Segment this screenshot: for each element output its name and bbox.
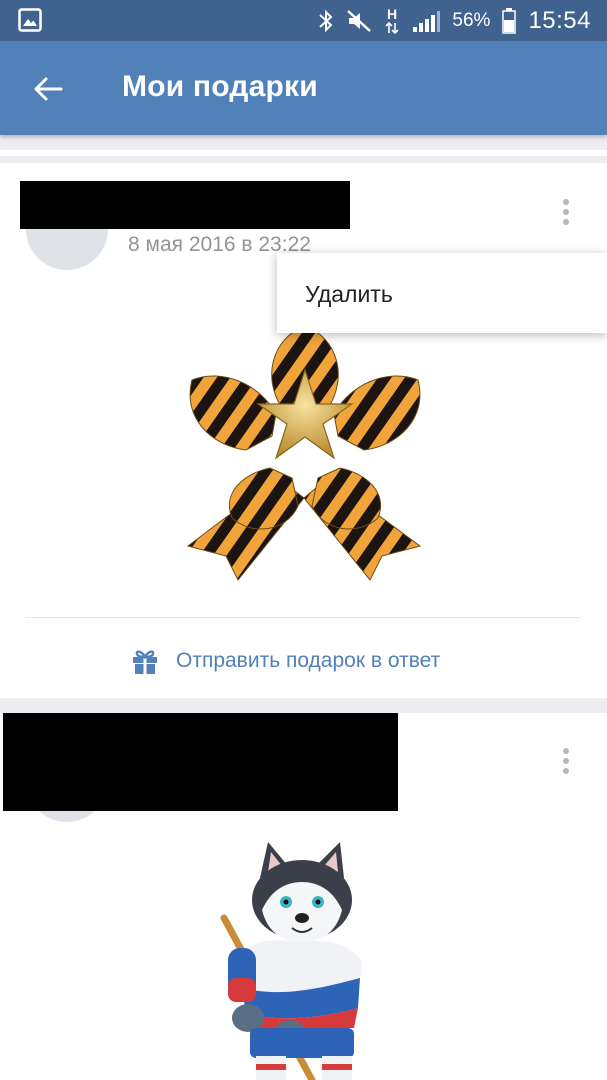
battery-percent: 56% — [452, 9, 491, 31]
more-options-button[interactable] — [554, 744, 578, 778]
page-title: Мои подарки — [122, 70, 318, 103]
mute-icon — [346, 9, 372, 33]
status-bar: H 56% 15:54 — [0, 0, 607, 41]
redacted-sender-name — [20, 181, 350, 229]
bluetooth-icon — [318, 9, 334, 33]
card-divider — [26, 617, 580, 618]
app-bar: Мои подарки — [0, 41, 607, 135]
svg-text:H: H — [387, 6, 397, 22]
context-menu: Удалить — [277, 253, 607, 333]
back-button[interactable] — [24, 67, 72, 111]
signal-icon — [412, 9, 441, 33]
clock: 15:54 — [528, 6, 591, 34]
battery-icon — [502, 7, 517, 34]
gift-image-ribbon — [186, 325, 422, 581]
gallery-icon — [18, 8, 42, 37]
delete-menu-item[interactable]: Удалить — [305, 281, 393, 308]
more-options-button[interactable] — [554, 195, 578, 229]
send-gift-reply-button[interactable]: Отправить подарок в ответ — [130, 640, 440, 682]
data-arrows-icon: H — [384, 6, 400, 36]
send-gift-reply-label: Отправить подарок в ответ — [176, 649, 441, 672]
arrow-left-icon — [34, 77, 63, 101]
gift-image-husky — [220, 842, 362, 1080]
redacted-sender-name — [3, 713, 398, 811]
gift-icon — [133, 650, 157, 674]
list-top-edge — [0, 150, 607, 156]
